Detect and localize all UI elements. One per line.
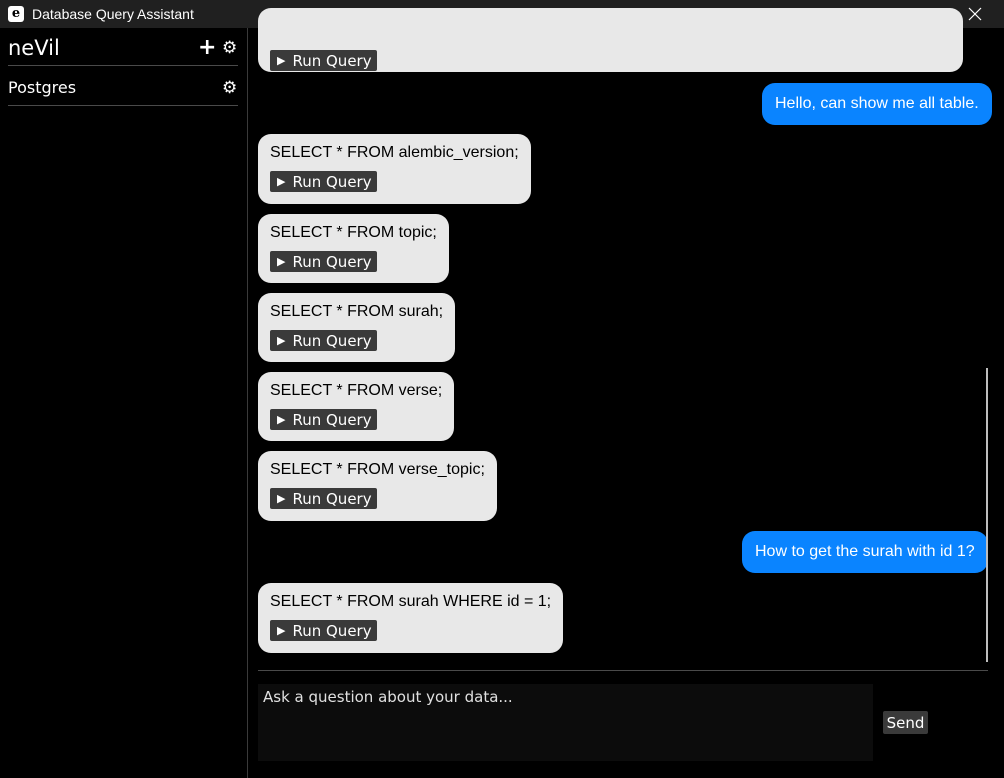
run-query-button[interactable]: ▶ Run Query bbox=[270, 488, 377, 509]
run-query-button[interactable]: ▶ Run Query bbox=[270, 409, 377, 430]
chat-scrollbar[interactable] bbox=[986, 368, 988, 662]
app-icon: e bbox=[8, 6, 24, 22]
run-query-label: Run Query bbox=[292, 621, 372, 640]
message-text: SELECT * FROM verse_topic; bbox=[270, 461, 485, 478]
run-query-button[interactable]: ▶ Run Query bbox=[270, 330, 377, 351]
composer-divider bbox=[258, 670, 988, 671]
bot-message: SELECT * FROM topic; ▶ Run Query bbox=[258, 214, 449, 283]
run-query-button[interactable]: ▶ Run Query bbox=[270, 171, 377, 192]
message-text: SELECT * FROM topic; bbox=[270, 224, 437, 241]
play-icon: ▶ bbox=[277, 255, 286, 268]
user-name: neVil bbox=[8, 36, 60, 60]
bot-message: SELECT * FROM surah; ▶ Run Query bbox=[258, 293, 456, 362]
plus-icon[interactable]: + bbox=[198, 36, 216, 60]
play-icon: ▶ bbox=[277, 492, 286, 505]
user-message: Hello, can show me all table. bbox=[762, 83, 992, 125]
play-icon: ▶ bbox=[277, 413, 286, 426]
run-query-label: Run Query bbox=[292, 172, 372, 191]
gear-icon[interactable]: ⚙ bbox=[222, 38, 237, 58]
bot-message: ▶ Run Query bbox=[258, 8, 963, 72]
run-query-button[interactable]: ▶ Run Query bbox=[270, 50, 377, 71]
play-icon: ▶ bbox=[277, 175, 286, 188]
run-query-label: Run Query bbox=[292, 51, 372, 70]
window-title: Database Query Assistant bbox=[32, 6, 194, 22]
message-text bbox=[270, 18, 951, 38]
bot-message: SELECT * FROM alembic_version; ▶ Run Que… bbox=[258, 134, 531, 204]
question-input[interactable] bbox=[258, 684, 873, 761]
play-icon: ▶ bbox=[277, 54, 286, 67]
run-query-button[interactable]: ▶ Run Query bbox=[270, 620, 377, 641]
chat-area: ▶ Run Query Hello, can show me all table… bbox=[249, 8, 1004, 778]
bot-message: SELECT * FROM verse_topic; ▶ Run Query bbox=[258, 451, 497, 521]
run-query-label: Run Query bbox=[292, 331, 372, 350]
bot-message: SELECT * FROM verse; ▶ Run Query bbox=[258, 372, 455, 441]
sidebar-header: neVil + ⚙ bbox=[8, 36, 238, 66]
play-icon: ▶ bbox=[277, 334, 286, 347]
send-button[interactable]: Send bbox=[883, 711, 928, 734]
run-query-button[interactable]: ▶ Run Query bbox=[270, 251, 377, 272]
connection-label: Postgres bbox=[8, 78, 77, 97]
message-text: SELECT * FROM surah; bbox=[270, 303, 444, 320]
sidebar: neVil + ⚙ Postgres ⚙ bbox=[0, 28, 248, 778]
run-query-label: Run Query bbox=[292, 410, 372, 429]
play-icon: ▶ bbox=[277, 624, 286, 637]
message-text: SELECT * FROM surah WHERE id = 1; bbox=[270, 593, 552, 610]
gear-icon[interactable]: ⚙ bbox=[222, 78, 237, 98]
message-text: SELECT * FROM verse; bbox=[270, 382, 443, 399]
run-query-label: Run Query bbox=[292, 252, 372, 271]
message-text: SELECT * FROM alembic_version; bbox=[270, 144, 519, 161]
run-query-label: Run Query bbox=[292, 489, 372, 508]
user-message: How to get the surah with id 1? bbox=[742, 531, 988, 573]
bot-message: SELECT * FROM surah WHERE id = 1; ▶ Run … bbox=[258, 583, 564, 653]
sidebar-item-postgres[interactable]: Postgres ⚙ bbox=[8, 72, 238, 106]
